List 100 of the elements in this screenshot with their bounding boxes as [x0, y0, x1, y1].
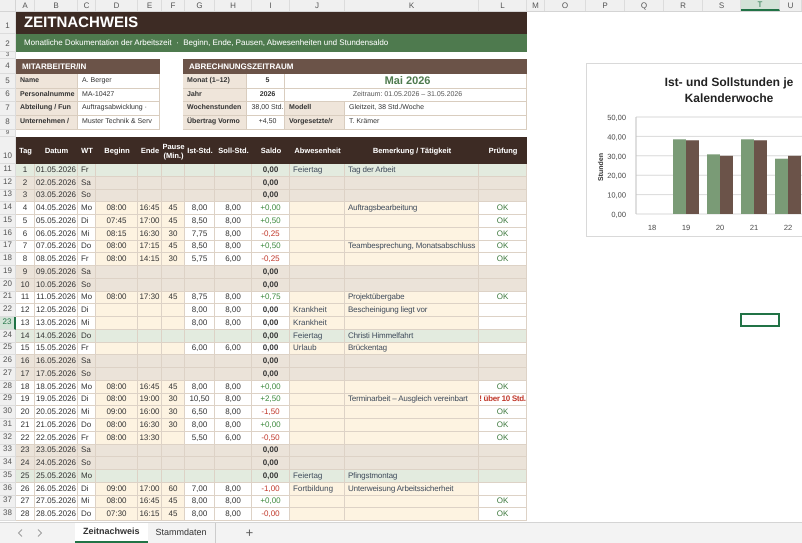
table-cell: 17	[16, 368, 35, 381]
table-cell: 30	[162, 394, 185, 406]
table-cell	[290, 394, 345, 406]
row-header[interactable]: 11	[0, 164, 16, 177]
row-header[interactable]: 18	[0, 253, 16, 266]
column-header[interactable]: K	[345, 0, 479, 11]
row-header[interactable]: 2	[0, 34, 16, 52]
row-header[interactable]: 6	[0, 89, 16, 102]
table-cell	[215, 444, 252, 458]
row-header[interactable]: 32	[0, 432, 16, 444]
row-header[interactable]: 22	[0, 304, 16, 317]
table-cell	[162, 470, 185, 483]
row-header[interactable]: 5	[0, 74, 16, 89]
row-header[interactable]: 13	[0, 190, 16, 202]
row-header[interactable]: 7	[0, 102, 16, 116]
row-header[interactable]: 20	[0, 278, 16, 292]
table-cell: OK	[479, 432, 527, 444]
table-cell: 45	[162, 202, 185, 215]
table-cell: Teambesprechung, Monatsabschluss	[345, 240, 479, 254]
row-header[interactable]: 14	[0, 202, 16, 215]
row-header[interactable]: 17	[0, 240, 16, 254]
table-cell: 27	[16, 496, 35, 508]
row-header[interactable]: 31	[0, 419, 16, 432]
table-cell	[215, 266, 252, 279]
table-cell: 45	[162, 496, 185, 508]
table-cell: 8,00	[185, 317, 215, 330]
table-cell	[138, 304, 162, 317]
row-header[interactable]: 16	[0, 228, 16, 240]
column-header[interactable]: B	[35, 0, 78, 11]
table-cell	[215, 176, 252, 190]
row-header[interactable]: 24	[0, 330, 16, 342]
column-header[interactable]: R	[664, 0, 703, 11]
column-header[interactable]: F	[162, 0, 185, 11]
table-cell: 08:00	[96, 253, 138, 266]
table-cell: 10	[16, 278, 35, 292]
add-sheet-button[interactable]: +	[246, 523, 254, 543]
table-cell: 15	[16, 342, 35, 356]
row-header[interactable]: 1	[0, 12, 16, 34]
row-header[interactable]: 8	[0, 116, 16, 130]
row-header[interactable]: 34	[0, 457, 16, 470]
row-header[interactable]: 4	[0, 59, 16, 74]
table-cell: 27.05.2026	[35, 496, 78, 508]
column-header[interactable]: L	[479, 0, 527, 11]
column-header[interactable]: Q	[625, 0, 664, 11]
column-header[interactable]: U	[780, 0, 802, 11]
column-header[interactable]: O	[545, 0, 586, 11]
table-cell	[479, 317, 527, 330]
column-header[interactable]: I	[252, 0, 290, 11]
row-header[interactable]: 37	[0, 496, 16, 508]
row-header[interactable]: 26	[0, 355, 16, 368]
row-header[interactable]: 10	[0, 137, 16, 164]
row-header[interactable]: 25	[0, 342, 16, 356]
row-header[interactable]: 38	[0, 508, 16, 521]
table-cell	[479, 176, 527, 190]
table-cell: 11.05.2026	[35, 292, 78, 304]
table-cell: -1,50	[252, 406, 290, 419]
table-cell: +0,50	[252, 215, 290, 228]
row-header[interactable]: 23	[0, 317, 16, 330]
column-header[interactable]: M	[527, 0, 545, 11]
column-header[interactable]: H	[215, 0, 252, 11]
table-cell	[215, 470, 252, 483]
table-cell: 8	[16, 253, 35, 266]
column-header[interactable]: T	[741, 0, 780, 11]
row-header[interactable]: 30	[0, 406, 16, 419]
column-header[interactable]: P	[586, 0, 625, 11]
table-cell: 13.05.2026	[35, 317, 78, 330]
selected-cell-outline[interactable]	[740, 313, 780, 327]
column-header[interactable]: C	[78, 0, 96, 11]
sheet-tab[interactable]: Zeitnachweis	[75, 523, 148, 543]
column-header[interactable]: D	[96, 0, 138, 11]
table-cell	[96, 355, 138, 368]
table-cell: OK	[479, 292, 527, 304]
column-header[interactable]: J	[290, 0, 345, 11]
table-cell: 09.05.2026	[35, 266, 78, 279]
scroll-right-icon[interactable]	[37, 529, 43, 537]
table-cell	[185, 470, 215, 483]
row-header[interactable]: 36	[0, 482, 16, 496]
row-header[interactable]: 12	[0, 176, 16, 190]
table-cell: So	[78, 368, 96, 381]
table-cell	[96, 176, 138, 190]
row-header[interactable]: 27	[0, 368, 16, 381]
table-cell: 12.05.2026	[35, 304, 78, 317]
sheet-tab[interactable]: Stammdaten	[148, 523, 216, 543]
table-cell: 2	[16, 176, 35, 190]
row-header[interactable]: 33	[0, 444, 16, 458]
table-cell: 8,00	[215, 202, 252, 215]
table-cell	[479, 164, 527, 177]
row-header[interactable]: 21	[0, 292, 16, 304]
row-header[interactable]: 29	[0, 394, 16, 406]
row-header[interactable]: 19	[0, 266, 16, 279]
column-header[interactable]: G	[185, 0, 215, 11]
row-header[interactable]: 35	[0, 470, 16, 483]
table-cell	[138, 164, 162, 177]
scroll-left-icon[interactable]	[17, 529, 23, 537]
column-header[interactable]: A	[16, 0, 35, 11]
table-cell	[290, 380, 345, 394]
table-cell: +0,00	[252, 380, 290, 394]
row-header[interactable]: 15	[0, 215, 16, 228]
column-header[interactable]: E	[138, 0, 162, 11]
row-header[interactable]: 28	[0, 380, 16, 394]
